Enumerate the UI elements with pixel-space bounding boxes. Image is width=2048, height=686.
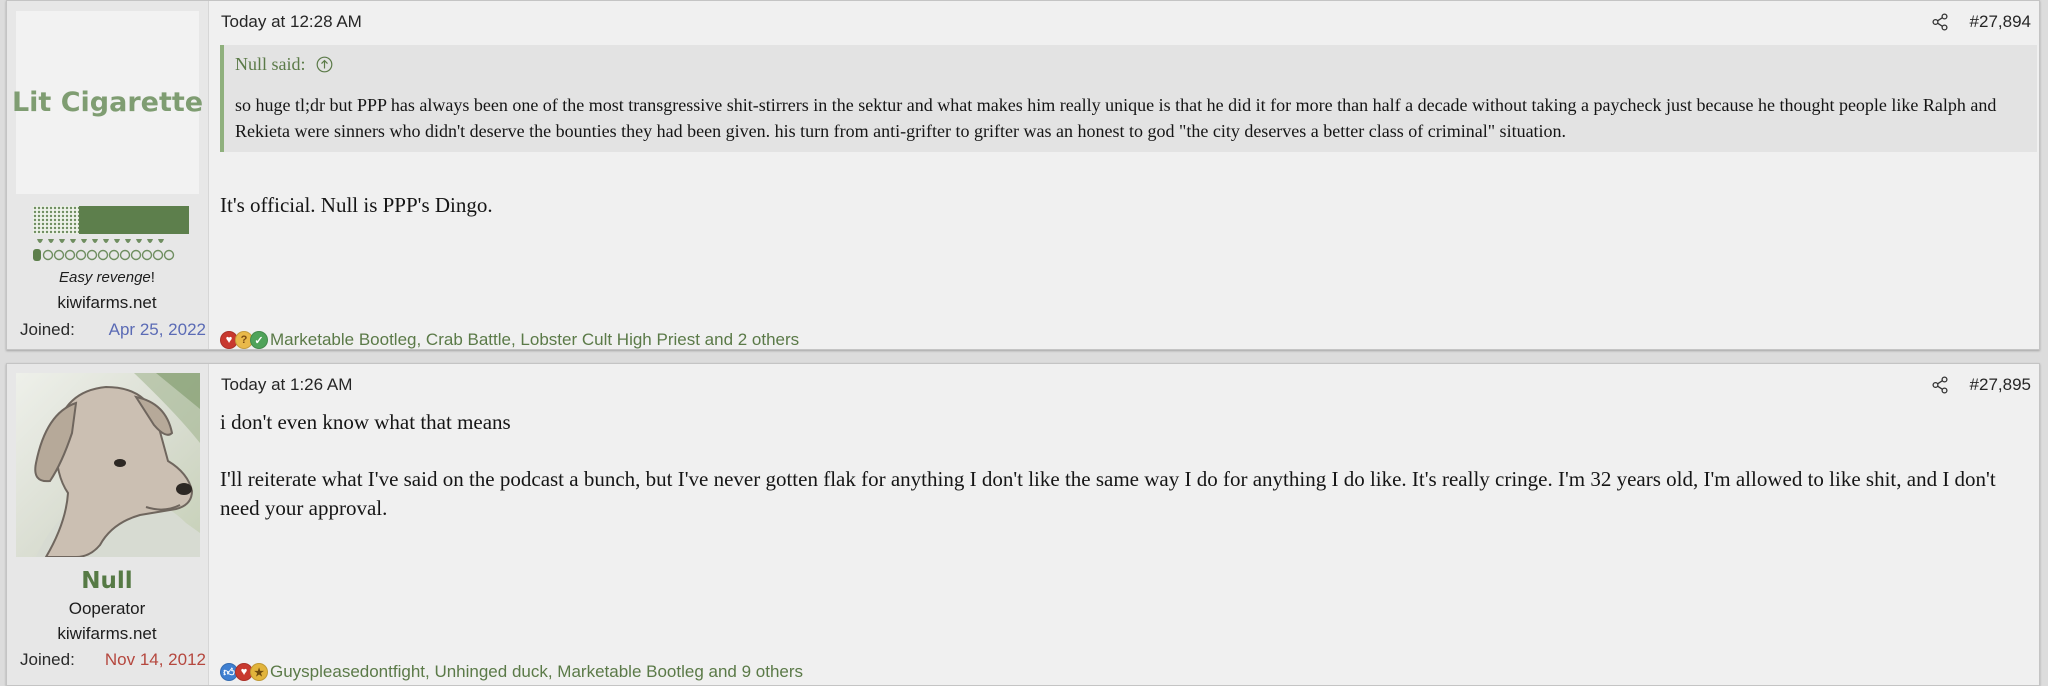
joined-label: Joined:: [20, 650, 75, 669]
avatar-letters: Lit Cigarette: [11, 87, 204, 118]
avatar[interactable]: [16, 373, 200, 557]
message-line: i don't even know what that means: [220, 410, 511, 434]
post-tools: #27,894: [1931, 12, 2031, 32]
reaction-users[interactable]: Marketable Bootleg, Crab Battle, Lobster…: [270, 330, 799, 350]
post-date[interactable]: Today at 12:28 AM: [221, 12, 362, 32]
user-info: Lit Cigarette Easy revenge! kiwifarms.ne…: [7, 1, 209, 349]
reaction-icons: ♥ ? ✓: [220, 331, 268, 349]
post-date[interactable]: Today at 1:26 AM: [221, 375, 352, 395]
avatar[interactable]: Lit Cigarette: [12, 11, 203, 194]
user-site: kiwifarms.net: [57, 293, 157, 312]
user-site: kiwifarms.net: [57, 624, 157, 643]
reaction-users[interactable]: Guyspleasedontfight, Unhinged duck, Mark…: [270, 662, 803, 682]
post-number[interactable]: #27,895: [1970, 375, 2031, 395]
joined-date: Nov 14, 2012: [104, 650, 206, 669]
user-banner-image: [33, 206, 189, 261]
post-number[interactable]: #27,894: [1970, 12, 2031, 32]
user-title-italic: Easy revenge: [59, 269, 151, 286]
post-27894: Lit Cigarette Easy revenge! kiwifarms.ne…: [6, 0, 2040, 350]
share-icon[interactable]: [1931, 13, 1948, 31]
post-tools: #27,895: [1931, 375, 2031, 395]
user-info: Null Ooperator kiwifarms.net Joined: Nov…: [7, 364, 209, 685]
user-title: Ooperator: [68, 599, 146, 618]
post-body: Today at 12:28 AM #27,894 Null said: so: [209, 1, 2039, 349]
username[interactable]: Null: [7, 568, 207, 594]
medal-reaction-icon: ★: [250, 663, 268, 681]
reactions-bar[interactable]: ♥ ? ✓ Marketable Bootleg, Crab Battle, L…: [220, 330, 799, 350]
user-title-rest: !: [150, 269, 155, 286]
message-text: It's official. Null is PPP's Dingo.: [220, 193, 493, 217]
dog-avatar-image: [34, 373, 200, 557]
quote-author[interactable]: Null said:: [235, 54, 306, 75]
post-body: Today at 1:26 AM #27,895 i don't even kn…: [209, 364, 2039, 685]
reaction-icons: 👍︎ ♥ ★: [220, 663, 268, 681]
jump-up-icon[interactable]: [316, 56, 333, 73]
check-reaction-icon: ✓: [250, 331, 268, 349]
quote-text: so huge tl;dr but PPP has always been on…: [235, 95, 1997, 141]
joined-row: Joined: Apr 25, 2022: [20, 320, 206, 340]
message-paragraph: I'll reiterate what I've said on the pod…: [220, 467, 1996, 520]
joined-date: Apr 25, 2022: [108, 320, 206, 339]
joined-row: Joined: Nov 14, 2012: [20, 650, 206, 670]
user-title: Easy revenge!: [7, 269, 207, 286]
quote-header[interactable]: Null said:: [235, 54, 333, 75]
reactions-bar[interactable]: 👍︎ ♥ ★ Guyspleasedontfight, Unhinged duc…: [220, 662, 803, 682]
joined-label: Joined:: [20, 320, 75, 339]
share-icon[interactable]: [1931, 376, 1948, 394]
quote-block: Null said: so huge tl;dr but PPP has alw…: [220, 45, 2037, 152]
post-27895: Null Ooperator kiwifarms.net Joined: Nov…: [6, 363, 2040, 686]
